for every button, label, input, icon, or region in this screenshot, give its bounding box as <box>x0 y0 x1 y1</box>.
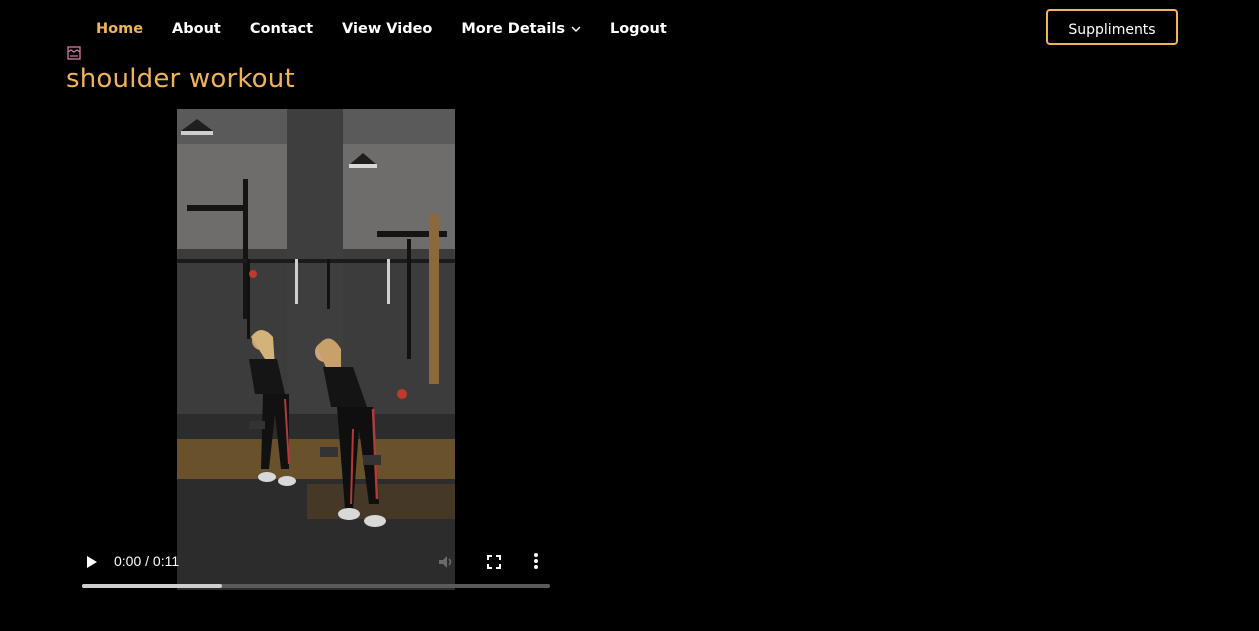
nav-more-details[interactable]: More Details <box>461 18 581 40</box>
video-time: 0:00 / 0:11 <box>114 553 180 569</box>
nav-contact-label: Contact <box>249 21 314 37</box>
nav-more-details-label: More Details <box>461 21 565 37</box>
nav-view-video-label: View Video <box>342 21 433 37</box>
nav-about[interactable]: About <box>172 18 221 40</box>
video-progress-fill <box>82 584 223 588</box>
more-options-icon[interactable] <box>533 552 539 575</box>
nav-view-video[interactable]: View Video <box>342 18 432 40</box>
nav-about-label: About <box>172 21 221 37</box>
play-icon[interactable] <box>86 555 98 574</box>
nav-home[interactable]: Home <box>96 18 143 40</box>
fullscreen-icon[interactable] <box>486 554 502 575</box>
video-frame-workout <box>177 109 455 590</box>
nav-logout-label: Logout <box>609 21 667 37</box>
video-player[interactable]: 0:00 / 0:11 <box>66 109 566 590</box>
nav-logout[interactable]: Logout <box>610 18 667 40</box>
video-progress-bar[interactable] <box>82 584 550 588</box>
broken-image-icon <box>67 46 81 65</box>
nav-contact[interactable]: Contact <box>250 18 313 40</box>
nav-home-label: Home <box>96 21 144 37</box>
page-title: shoulder workout <box>66 64 295 94</box>
suppliments-button[interactable]: Suppliments <box>1046 9 1178 45</box>
main-nav: Home About Contact View Video More Detai… <box>96 18 696 40</box>
video-controls: 0:00 / 0:11 <box>66 539 566 590</box>
chevron-down-icon <box>571 18 581 40</box>
volume-icon[interactable] <box>437 553 455 576</box>
